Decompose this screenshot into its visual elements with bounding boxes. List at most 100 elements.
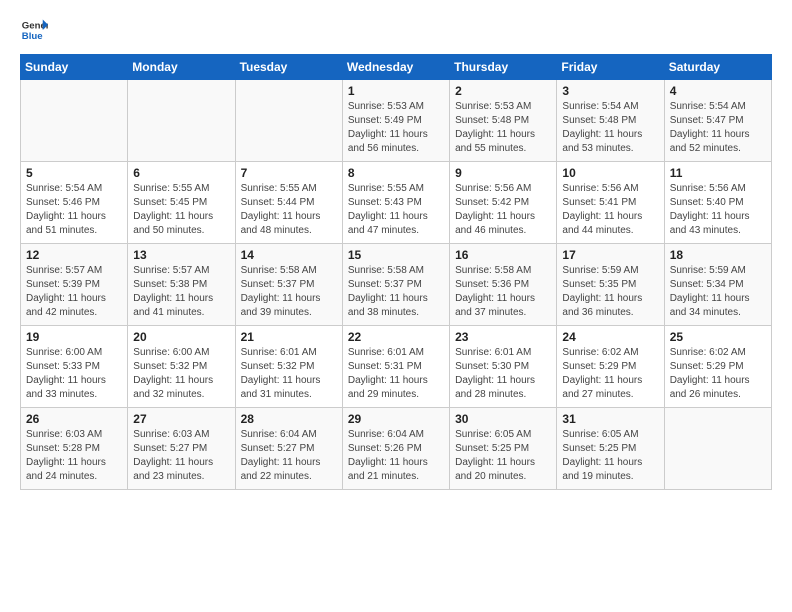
calendar-body: 1 Sunrise: 5:53 AMSunset: 5:49 PMDaylight… [21, 80, 772, 490]
day-info: Sunrise: 5:54 AMSunset: 5:46 PMDaylight:… [26, 182, 122, 238]
calendar-week-row: 5 Sunrise: 5:54 AMSunset: 5:46 PMDaylight… [21, 162, 772, 244]
day-number: 1 [348, 84, 444, 98]
day-number: 26 [26, 412, 122, 426]
day-info: Sunrise: 5:53 AMSunset: 5:48 PMDaylight:… [455, 100, 551, 156]
day-number: 30 [455, 412, 551, 426]
day-number: 20 [133, 330, 229, 344]
calendar-cell [664, 408, 771, 490]
calendar-cell: 2 Sunrise: 5:53 AMSunset: 5:48 PMDaylight… [450, 80, 557, 162]
day-number: 18 [670, 248, 766, 262]
day-number: 7 [241, 166, 337, 180]
calendar-cell: 20 Sunrise: 6:00 AMSunset: 5:32 PMDayligh… [128, 326, 235, 408]
day-number: 21 [241, 330, 337, 344]
day-info: Sunrise: 6:00 AMSunset: 5:32 PMDaylight:… [133, 346, 229, 402]
day-info: Sunrise: 5:55 AMSunset: 5:44 PMDaylight:… [241, 182, 337, 238]
day-number: 6 [133, 166, 229, 180]
day-info: Sunrise: 5:59 AMSunset: 5:35 PMDaylight:… [562, 264, 658, 320]
day-info: Sunrise: 6:05 AMSunset: 5:25 PMDaylight:… [455, 428, 551, 484]
calendar-cell: 13 Sunrise: 5:57 AMSunset: 5:38 PMDayligh… [128, 244, 235, 326]
calendar-cell: 15Sunrise: 5:58 AMSunset: 5:37 PMDayligh… [342, 244, 449, 326]
day-number: 17 [562, 248, 658, 262]
day-number: 11 [670, 166, 766, 180]
weekday-row: SundayMondayTuesdayWednesdayThursdayFrid… [21, 55, 772, 80]
calendar-cell: 3Sunrise: 5:54 AMSunset: 5:48 PMDaylight… [557, 80, 664, 162]
day-number: 5 [26, 166, 122, 180]
calendar-cell [21, 80, 128, 162]
calendar-cell: 7 Sunrise: 5:55 AMSunset: 5:44 PMDaylight… [235, 162, 342, 244]
day-number: 15 [348, 248, 444, 262]
day-number: 23 [455, 330, 551, 344]
day-info: Sunrise: 6:01 AMSunset: 5:30 PMDaylight:… [455, 346, 551, 402]
day-number: 8 [348, 166, 444, 180]
calendar-cell: 8 Sunrise: 5:55 AMSunset: 5:43 PMDaylight… [342, 162, 449, 244]
calendar-table: SundayMondayTuesdayWednesdayThursdayFrid… [20, 54, 772, 490]
weekday-header-saturday: Saturday [664, 55, 771, 80]
day-number: 2 [455, 84, 551, 98]
day-info: Sunrise: 6:01 AMSunset: 5:32 PMDaylight:… [241, 346, 337, 402]
calendar-cell: 29Sunrise: 6:04 AMSunset: 5:26 PMDayligh… [342, 408, 449, 490]
day-info: Sunrise: 6:02 AMSunset: 5:29 PMDaylight:… [562, 346, 658, 402]
day-info: Sunrise: 5:56 AMSunset: 5:40 PMDaylight:… [670, 182, 766, 238]
day-info: Sunrise: 5:58 AMSunset: 5:36 PMDaylight:… [455, 264, 551, 320]
day-number: 4 [670, 84, 766, 98]
weekday-header-wednesday: Wednesday [342, 55, 449, 80]
calendar-cell: 12 Sunrise: 5:57 AMSunset: 5:39 PMDayligh… [21, 244, 128, 326]
logo: General Blue [20, 16, 48, 44]
weekday-header-monday: Monday [128, 55, 235, 80]
day-info: Sunrise: 5:57 AMSunset: 5:39 PMDaylight:… [26, 264, 122, 320]
day-number: 13 [133, 248, 229, 262]
calendar-cell: 30 Sunrise: 6:05 AMSunset: 5:25 PMDayligh… [450, 408, 557, 490]
calendar-cell: 17 Sunrise: 5:59 AMSunset: 5:35 PMDayligh… [557, 244, 664, 326]
day-info: Sunrise: 5:58 AMSunset: 5:37 PMDaylight:… [241, 264, 337, 320]
day-number: 9 [455, 166, 551, 180]
calendar-cell: 9 Sunrise: 5:56 AMSunset: 5:42 PMDaylight… [450, 162, 557, 244]
day-number: 22 [348, 330, 444, 344]
calendar-cell: 27 Sunrise: 6:03 AMSunset: 5:27 PMDayligh… [128, 408, 235, 490]
day-info: Sunrise: 6:03 AMSunset: 5:27 PMDaylight:… [133, 428, 229, 484]
calendar-cell: 1 Sunrise: 5:53 AMSunset: 5:49 PMDaylight… [342, 80, 449, 162]
day-info: Sunrise: 5:53 AMSunset: 5:49 PMDaylight:… [348, 100, 444, 156]
day-info: Sunrise: 5:57 AMSunset: 5:38 PMDaylight:… [133, 264, 229, 320]
calendar-week-row: 12 Sunrise: 5:57 AMSunset: 5:39 PMDayligh… [21, 244, 772, 326]
calendar-cell: 22 Sunrise: 6:01 AMSunset: 5:31 PMDayligh… [342, 326, 449, 408]
day-info: Sunrise: 6:03 AMSunset: 5:28 PMDaylight:… [26, 428, 122, 484]
day-number: 28 [241, 412, 337, 426]
day-number: 10 [562, 166, 658, 180]
calendar-cell: 10Sunrise: 5:56 AMSunset: 5:41 PMDayligh… [557, 162, 664, 244]
calendar-cell: 5 Sunrise: 5:54 AMSunset: 5:46 PMDaylight… [21, 162, 128, 244]
calendar-cell: 31Sunrise: 6:05 AMSunset: 5:25 PMDayligh… [557, 408, 664, 490]
day-info: Sunrise: 5:55 AMSunset: 5:45 PMDaylight:… [133, 182, 229, 238]
day-number: 12 [26, 248, 122, 262]
calendar-cell: 24 Sunrise: 6:02 AMSunset: 5:29 PMDayligh… [557, 326, 664, 408]
calendar-cell: 23 Sunrise: 6:01 AMSunset: 5:30 PMDayligh… [450, 326, 557, 408]
calendar-header: SundayMondayTuesdayWednesdayThursdayFrid… [21, 55, 772, 80]
day-info: Sunrise: 6:00 AMSunset: 5:33 PMDaylight:… [26, 346, 122, 402]
logo-icon: General Blue [20, 16, 48, 44]
calendar-cell: 14 Sunrise: 5:58 AMSunset: 5:37 PMDayligh… [235, 244, 342, 326]
day-info: Sunrise: 6:04 AMSunset: 5:26 PMDaylight:… [348, 428, 444, 484]
day-number: 14 [241, 248, 337, 262]
day-info: Sunrise: 6:02 AMSunset: 5:29 PMDaylight:… [670, 346, 766, 402]
day-info: Sunrise: 6:04 AMSunset: 5:27 PMDaylight:… [241, 428, 337, 484]
calendar-cell: 18 Sunrise: 5:59 AMSunset: 5:34 PMDayligh… [664, 244, 771, 326]
weekday-header-thursday: Thursday [450, 55, 557, 80]
calendar-week-row: 19 Sunrise: 6:00 AMSunset: 5:33 PMDayligh… [21, 326, 772, 408]
day-info: Sunrise: 5:59 AMSunset: 5:34 PMDaylight:… [670, 264, 766, 320]
calendar-cell: 11 Sunrise: 5:56 AMSunset: 5:40 PMDayligh… [664, 162, 771, 244]
day-info: Sunrise: 5:54 AMSunset: 5:48 PMDaylight:… [562, 100, 658, 156]
calendar-cell: 28 Sunrise: 6:04 AMSunset: 5:27 PMDayligh… [235, 408, 342, 490]
calendar-cell [128, 80, 235, 162]
day-info: Sunrise: 5:55 AMSunset: 5:43 PMDaylight:… [348, 182, 444, 238]
calendar-cell: 19 Sunrise: 6:00 AMSunset: 5:33 PMDayligh… [21, 326, 128, 408]
day-number: 27 [133, 412, 229, 426]
calendar-cell [235, 80, 342, 162]
calendar-cell: 4Sunrise: 5:54 AMSunset: 5:47 PMDaylight… [664, 80, 771, 162]
calendar-cell: 25Sunrise: 6:02 AMSunset: 5:29 PMDayligh… [664, 326, 771, 408]
day-info: Sunrise: 5:56 AMSunset: 5:42 PMDaylight:… [455, 182, 551, 238]
day-number: 19 [26, 330, 122, 344]
calendar-week-row: 26 Sunrise: 6:03 AMSunset: 5:28 PMDayligh… [21, 408, 772, 490]
calendar-week-row: 1 Sunrise: 5:53 AMSunset: 5:49 PMDaylight… [21, 80, 772, 162]
day-info: Sunrise: 6:01 AMSunset: 5:31 PMDaylight:… [348, 346, 444, 402]
day-number: 24 [562, 330, 658, 344]
calendar-cell: 21 Sunrise: 6:01 AMSunset: 5:32 PMDayligh… [235, 326, 342, 408]
